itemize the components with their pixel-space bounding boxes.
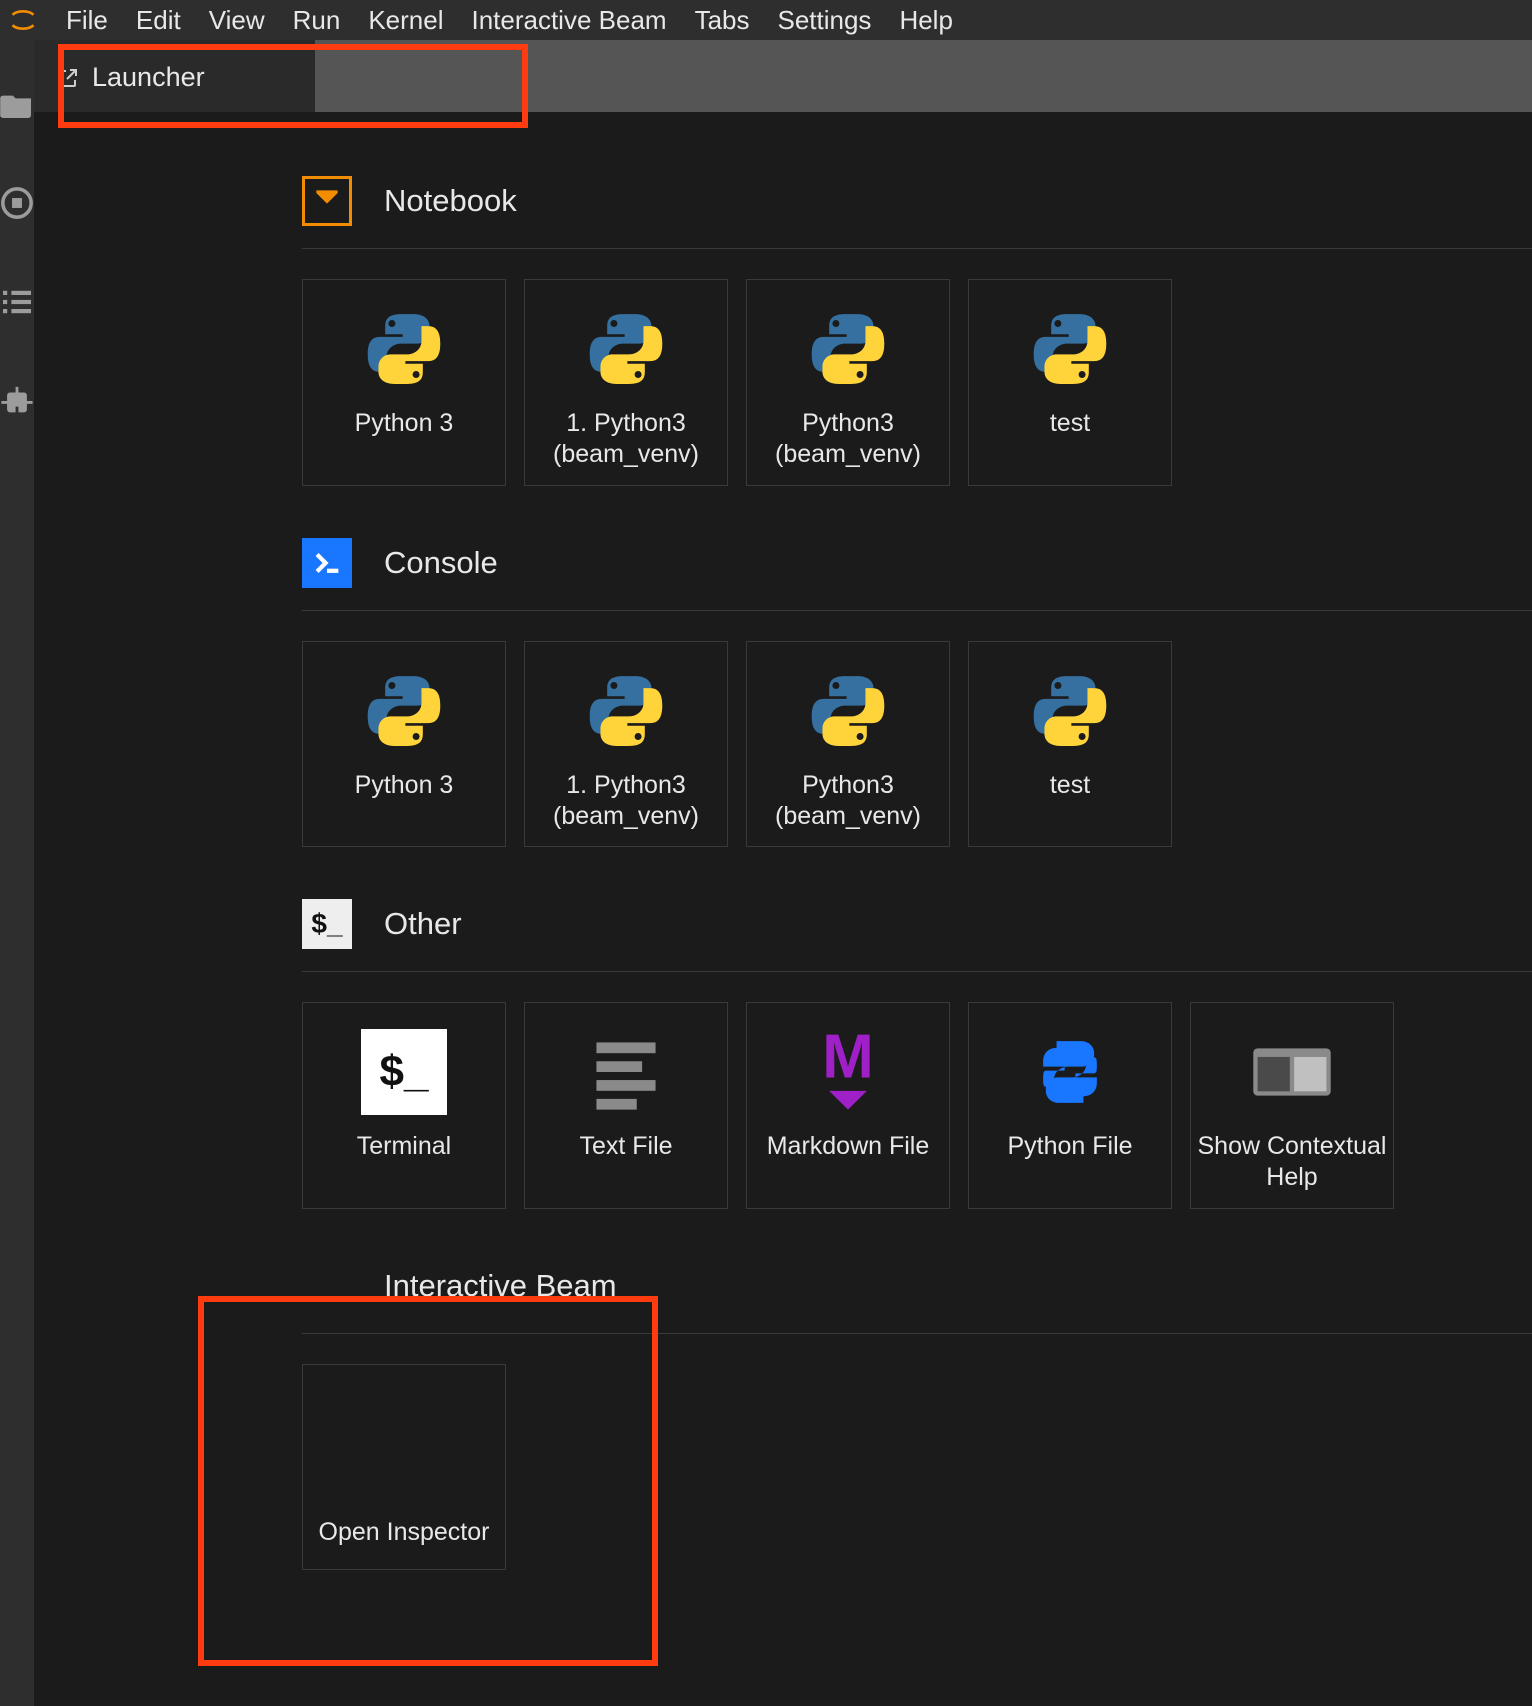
launcher-card[interactable]: $_ Terminal bbox=[302, 1002, 506, 1209]
launcher-card[interactable]: 1. Python3 (beam_venv) bbox=[524, 641, 728, 848]
tab-title: Launcher bbox=[92, 62, 205, 93]
section-title: Interactive Beam bbox=[384, 1268, 617, 1304]
launcher-card[interactable]: test bbox=[968, 641, 1172, 848]
markdown-icon: M bbox=[805, 1023, 891, 1121]
menu-help[interactable]: Help bbox=[899, 5, 952, 36]
terminal-icon: $_ bbox=[361, 1023, 447, 1121]
python-icon bbox=[583, 300, 669, 398]
jupyter-logo-icon bbox=[8, 5, 38, 35]
python-icon bbox=[583, 662, 669, 760]
menu-view[interactable]: View bbox=[209, 5, 265, 36]
card-label: 1. Python3 (beam_venv) bbox=[531, 408, 721, 471]
launcher-card[interactable]: Python 3 bbox=[302, 641, 506, 848]
tab-launcher[interactable]: Launcher bbox=[34, 40, 315, 112]
section-notebook: Notebook Python 3 1. Python3 (beam_venv)… bbox=[302, 176, 1532, 486]
launch-icon bbox=[56, 66, 80, 90]
section-title: Notebook bbox=[384, 183, 517, 219]
launcher-card[interactable]: Text File bbox=[524, 1002, 728, 1209]
dollar-icon: $_ bbox=[302, 899, 352, 949]
menu-interactive-beam[interactable]: Interactive Beam bbox=[471, 5, 666, 36]
section-title: Console bbox=[384, 545, 498, 581]
pyfile-icon bbox=[1027, 1023, 1113, 1121]
launcher-card[interactable]: Python 3 bbox=[302, 279, 506, 486]
python-icon bbox=[361, 300, 447, 398]
launcher-panel: Notebook Python 3 1. Python3 (beam_venv)… bbox=[34, 112, 1532, 1706]
section-title: Other bbox=[384, 906, 462, 942]
launcher-card[interactable]: Python3 (beam_venv) bbox=[746, 279, 950, 486]
python-icon bbox=[1027, 662, 1113, 760]
card-label: Python3 (beam_venv) bbox=[753, 770, 943, 833]
section-other: $_ Other $_ Terminal Text File M Markdown… bbox=[302, 899, 1532, 1209]
card-label: test bbox=[1050, 770, 1090, 801]
folder-icon[interactable] bbox=[0, 90, 34, 118]
menu-file[interactable]: File bbox=[66, 5, 108, 36]
card-row-other: $_ Terminal Text File M Markdown File Pyt… bbox=[302, 1002, 1532, 1209]
card-label: Text File bbox=[579, 1131, 672, 1162]
card-row-beam: Open Inspector bbox=[302, 1364, 1532, 1570]
section-console: Console Python 3 1. Python3 (beam_venv) … bbox=[302, 538, 1532, 848]
menubar: File Edit View Run Kernel Interactive Be… bbox=[0, 0, 1532, 40]
card-row-console: Python 3 1. Python3 (beam_venv) Python3 … bbox=[302, 641, 1532, 848]
python-icon bbox=[1027, 300, 1113, 398]
card-label: Markdown File bbox=[767, 1131, 930, 1162]
tab-bar: Launcher bbox=[34, 40, 1532, 112]
blank-icon bbox=[302, 1261, 352, 1311]
python-icon bbox=[805, 300, 891, 398]
launcher-card[interactable]: Open Inspector bbox=[302, 1364, 506, 1570]
card-label: test bbox=[1050, 408, 1090, 439]
activity-bar bbox=[0, 40, 34, 1706]
launcher-card[interactable]: Show Contextual Help bbox=[1190, 1002, 1394, 1209]
menu-tabs[interactable]: Tabs bbox=[695, 5, 750, 36]
card-label: Python3 (beam_venv) bbox=[753, 408, 943, 471]
card-label: Terminal bbox=[357, 1131, 451, 1162]
menu-run[interactable]: Run bbox=[293, 5, 341, 36]
textfile-icon bbox=[583, 1023, 669, 1121]
card-label: Python File bbox=[1007, 1131, 1132, 1162]
launcher-card[interactable]: M Markdown File bbox=[746, 1002, 950, 1209]
notebook-icon bbox=[302, 176, 352, 226]
launcher-card[interactable]: Python File bbox=[968, 1002, 1172, 1209]
card-row-notebook: Python 3 1. Python3 (beam_venv) Python3 … bbox=[302, 279, 1532, 486]
card-label: Open Inspector bbox=[319, 1517, 490, 1548]
launcher-card[interactable]: test bbox=[968, 279, 1172, 486]
card-label: Python 3 bbox=[355, 770, 454, 801]
menu-settings[interactable]: Settings bbox=[777, 5, 871, 36]
extensions-icon[interactable] bbox=[0, 384, 34, 418]
card-label: 1. Python3 (beam_venv) bbox=[531, 770, 721, 833]
python-icon bbox=[805, 662, 891, 760]
svg-text:M: M bbox=[822, 1029, 873, 1091]
python-icon bbox=[361, 662, 447, 760]
launcher-card[interactable]: 1. Python3 (beam_venv) bbox=[524, 279, 728, 486]
contexthelp-icon bbox=[1249, 1023, 1335, 1121]
console-icon bbox=[302, 538, 352, 588]
card-label: Python 3 bbox=[355, 408, 454, 439]
running-icon[interactable] bbox=[0, 186, 34, 220]
menu-edit[interactable]: Edit bbox=[136, 5, 181, 36]
menu-kernel[interactable]: Kernel bbox=[368, 5, 443, 36]
launcher-card[interactable]: Python3 (beam_venv) bbox=[746, 641, 950, 848]
section-interactive-beam: Interactive Beam Open Inspector bbox=[302, 1261, 1532, 1570]
list-icon[interactable] bbox=[0, 288, 34, 316]
card-label: Show Contextual Help bbox=[1197, 1131, 1387, 1194]
